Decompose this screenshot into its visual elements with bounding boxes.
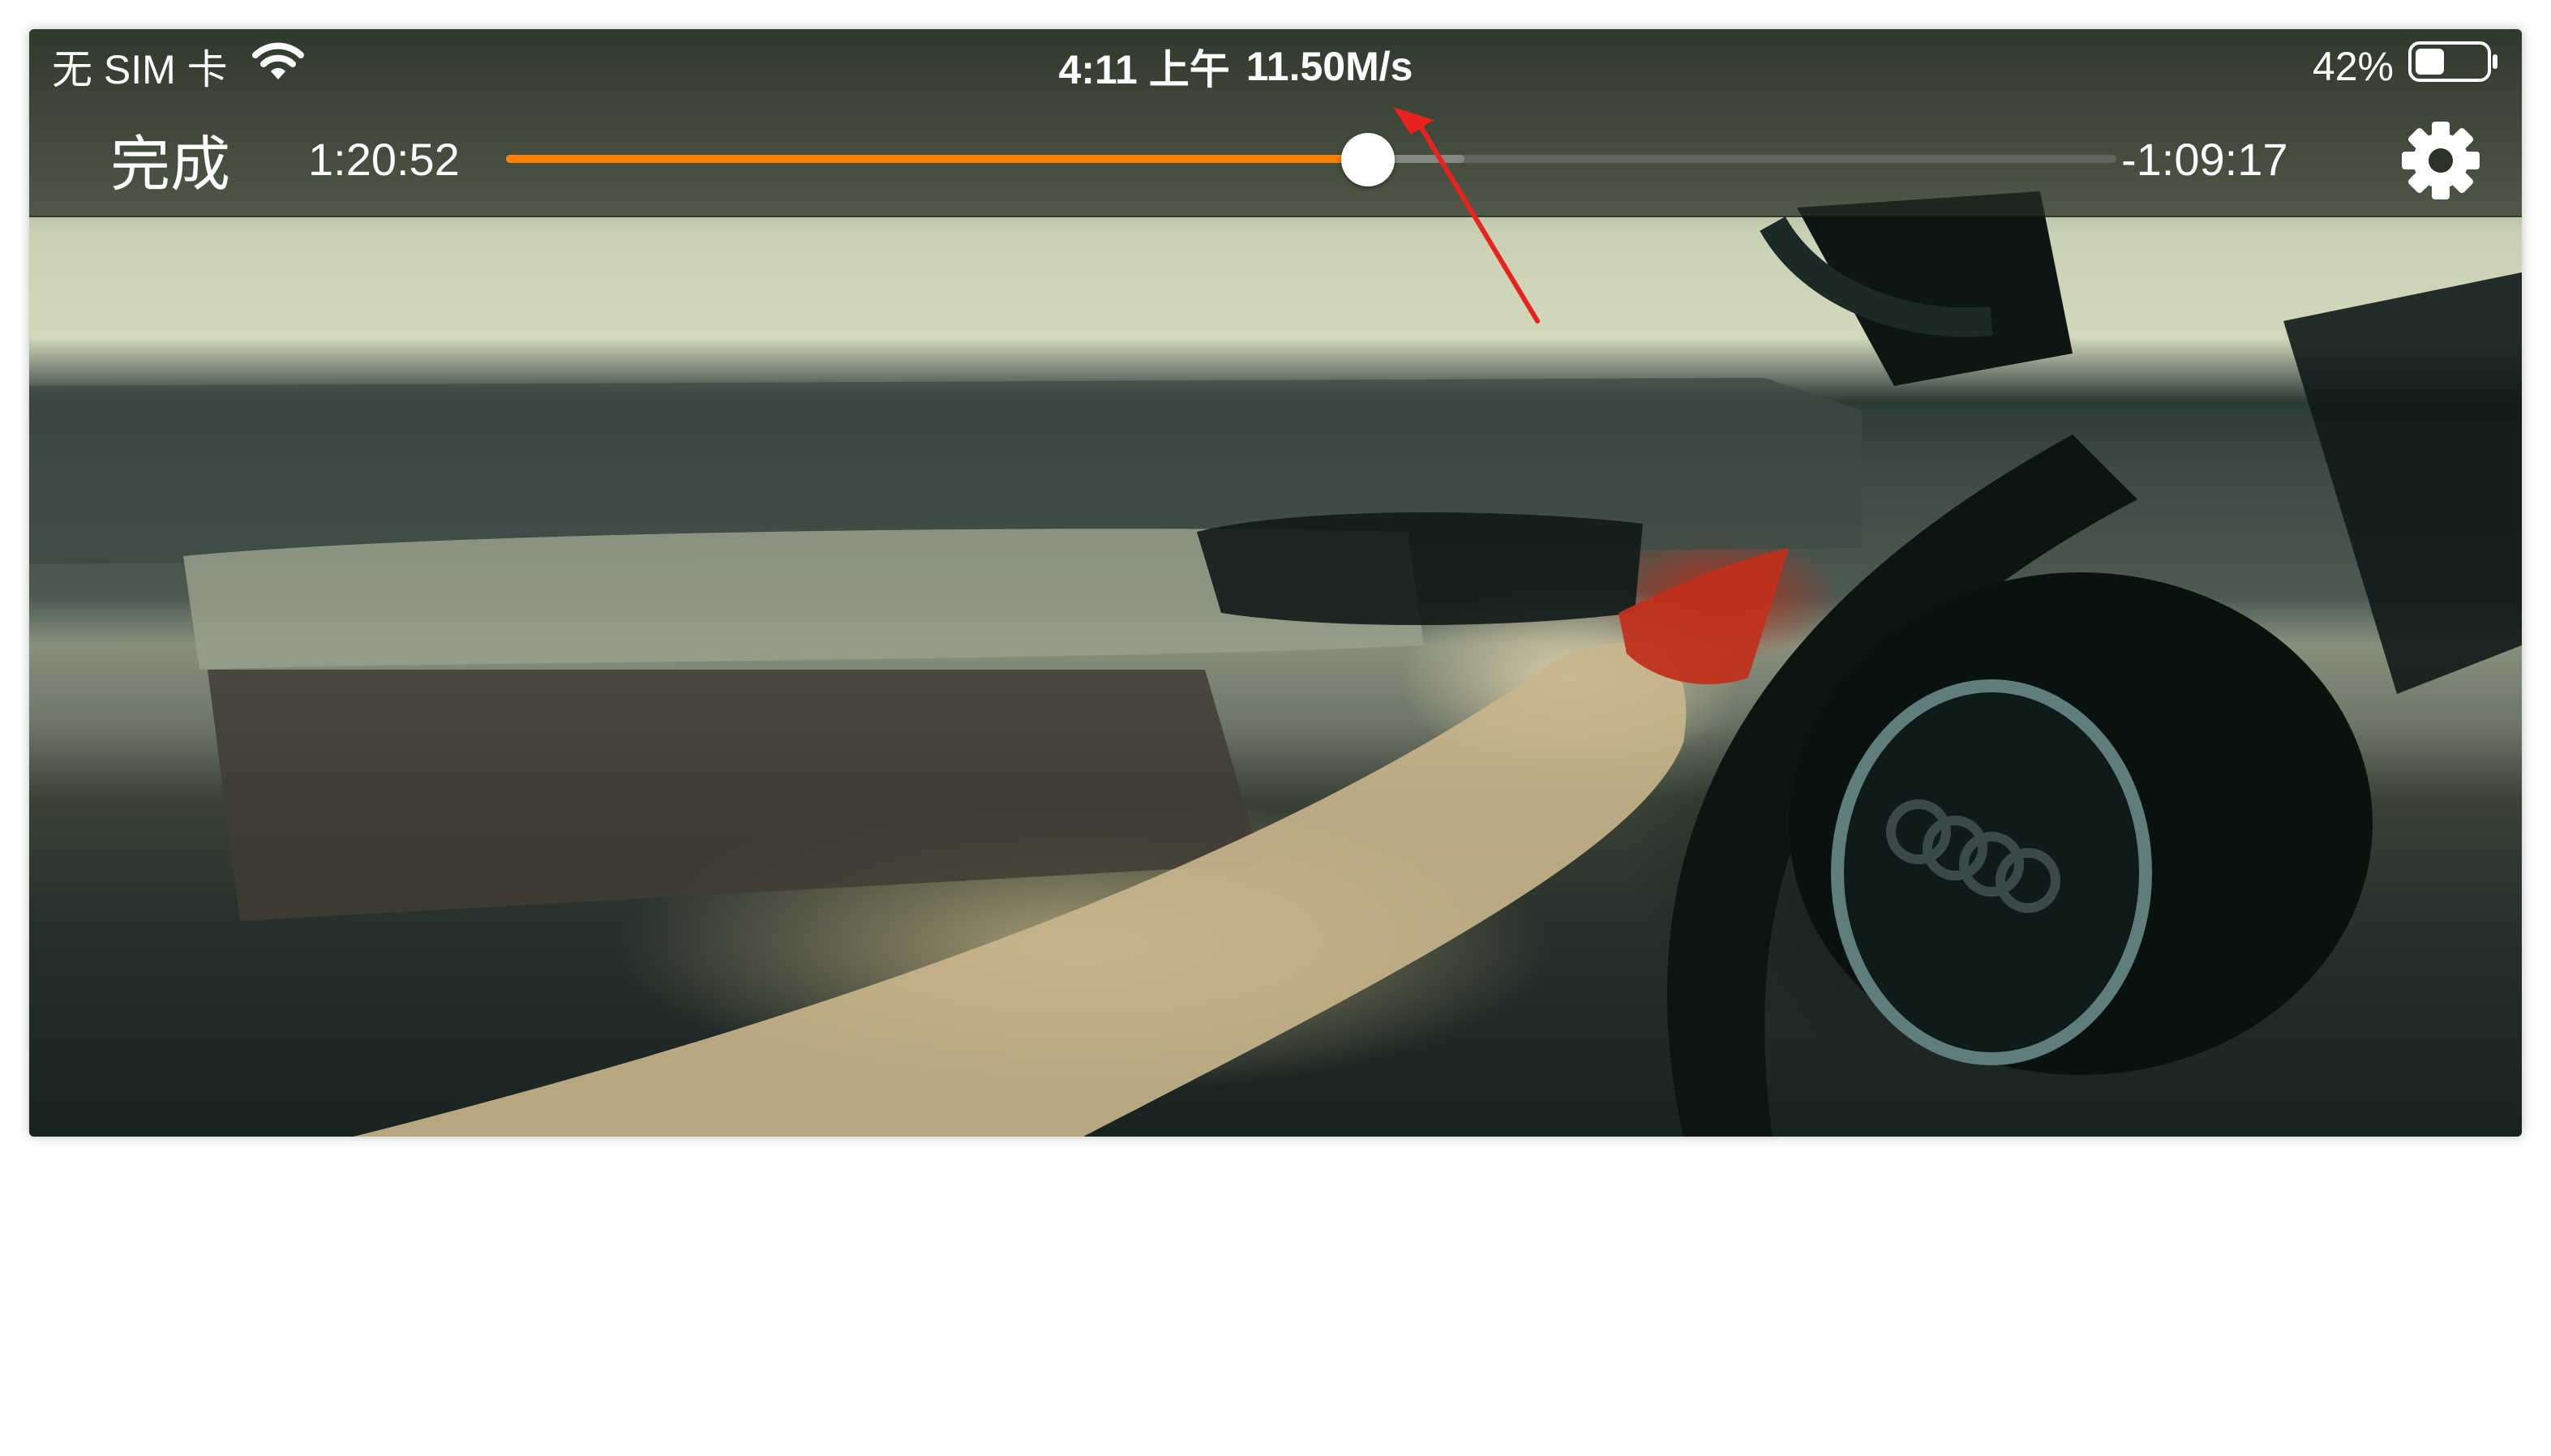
remaining-time: -1:09:17 bbox=[2121, 133, 2288, 185]
battery-percent: 42% bbox=[2312, 44, 2394, 89]
carrier-label: 无 SIM 卡 bbox=[52, 47, 228, 92]
screenshot-canvas: 无 SIM 卡 4:11 上午 11.50M/s 42% 完成 1:20:52 … bbox=[0, 0, 2551, 1456]
status-speed: 11.50M/s bbox=[1245, 44, 1413, 89]
seek-progress-fill bbox=[506, 155, 1368, 163]
video-player-screen: 无 SIM 卡 4:11 上午 11.50M/s 42% 完成 1:20:52 … bbox=[29, 29, 2522, 1137]
settings-button[interactable] bbox=[2399, 118, 2483, 203]
top-bar-divider bbox=[29, 216, 2522, 217]
status-time: 4:11 上午 bbox=[1058, 47, 1230, 92]
seek-thumb[interactable] bbox=[1340, 133, 1395, 186]
status-clock: 4:11 上午 11.50M/s bbox=[1025, 36, 1447, 97]
status-battery: 42% bbox=[2313, 36, 2499, 97]
elapsed-time: 1:20:52 bbox=[308, 133, 460, 185]
wifi-icon bbox=[251, 41, 304, 92]
gear-icon bbox=[2402, 122, 2480, 199]
battery-icon bbox=[2408, 40, 2499, 93]
battery-level-fill bbox=[2416, 49, 2444, 75]
status-carrier: 无 SIM 卡 bbox=[52, 36, 304, 97]
done-button[interactable]: 完成 bbox=[110, 118, 230, 199]
seek-slider[interactable] bbox=[506, 133, 2116, 186]
